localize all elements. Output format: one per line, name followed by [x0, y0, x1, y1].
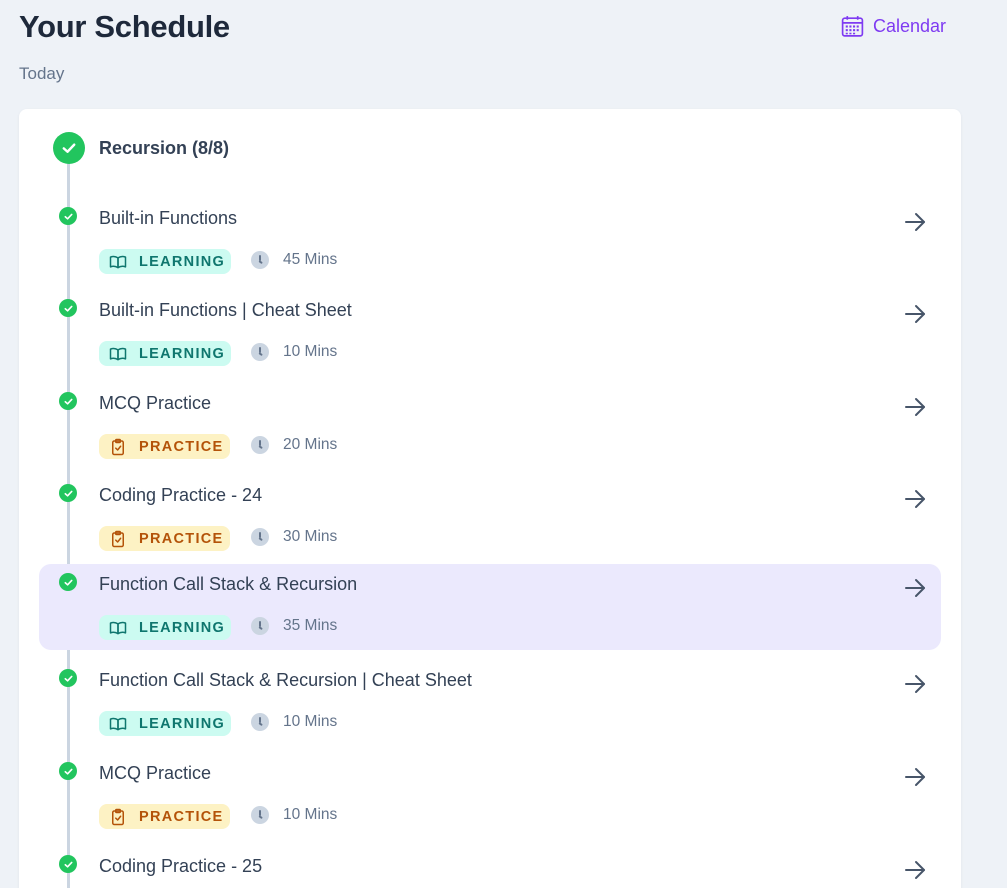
duration: 30 Mins [251, 528, 337, 546]
item-title: MCQ Practice [99, 763, 212, 783]
type-label: LEARNING [139, 715, 226, 732]
duration-label: 30 Mins [283, 528, 338, 545]
arrow-right-icon[interactable] [903, 487, 927, 511]
schedule-item[interactable]: MCQ Practice PRACTICE 20 Mins [39, 383, 941, 469]
type-label: PRACTICE [139, 530, 224, 547]
completed-check-icon [53, 132, 85, 164]
schedule-item[interactable]: Coding Practice - 25 [39, 846, 941, 888]
type-label: LEARNING [139, 345, 226, 362]
type-badge: LEARNING [99, 249, 231, 274]
type-badge: LEARNING [99, 341, 231, 366]
clipboard-check-icon [109, 808, 139, 826]
clock-icon [251, 806, 269, 824]
completed-check-icon [59, 762, 77, 780]
clock-icon [251, 713, 269, 731]
type-label: LEARNING [139, 619, 226, 636]
arrow-right-icon[interactable] [903, 858, 927, 882]
duration-label: 20 Mins [283, 436, 338, 453]
arrow-right-icon[interactable] [903, 765, 927, 789]
duration-label: 10 Mins [283, 806, 338, 823]
duration-label: 35 Mins [283, 617, 338, 634]
schedule-card: Recursion (8/8) Built-in Functions LEARNI… [19, 109, 961, 888]
item-title: Built-in Functions | Cheat Sheet [99, 300, 352, 320]
duration: 10 Mins [251, 713, 337, 731]
duration: 10 Mins [251, 343, 337, 361]
schedule-item[interactable]: Function Call Stack & Recursion LEARNING 3… [39, 564, 941, 650]
duration: 20 Mins [251, 436, 337, 454]
completed-check-icon [59, 392, 77, 410]
arrow-right-icon[interactable] [903, 210, 927, 234]
type-label: LEARNING [139, 253, 226, 270]
clipboard-check-icon [109, 438, 139, 456]
type-badge: PRACTICE [99, 434, 230, 459]
completed-check-icon [59, 669, 77, 687]
item-title: Coding Practice - 25 [99, 856, 263, 876]
completed-check-icon [59, 299, 77, 317]
type-badge: LEARNING [99, 615, 231, 640]
book-icon [109, 253, 139, 271]
completed-check-icon [59, 484, 77, 502]
type-label: PRACTICE [139, 438, 224, 455]
clipboard-check-icon [109, 530, 139, 548]
arrow-right-icon[interactable] [903, 576, 927, 600]
completed-check-icon [59, 573, 77, 591]
schedule-item[interactable]: Built-in Functions LEARNING 45 Mins [39, 198, 941, 284]
page-title: Your Schedule [19, 9, 230, 44]
completed-check-icon [59, 855, 77, 873]
schedule-item[interactable]: Built-in Functions | Cheat Sheet LEARNING… [39, 290, 941, 376]
date-subtitle: Today [19, 64, 65, 83]
clock-icon [251, 528, 269, 546]
book-icon [109, 715, 139, 733]
type-badge: LEARNING [99, 711, 231, 736]
item-title: MCQ Practice [99, 393, 212, 413]
clock-icon [251, 251, 269, 269]
duration: 35 Mins [251, 617, 337, 635]
duration-label: 10 Mins [283, 713, 338, 730]
item-title: Function Call Stack & Recursion | Cheat … [99, 670, 472, 690]
calendar-button[interactable]: Calendar [840, 14, 946, 39]
module-title: Recursion (8/8) [99, 137, 230, 158]
type-badge: PRACTICE [99, 526, 230, 551]
type-label: PRACTICE [139, 808, 224, 825]
completed-check-icon [59, 207, 77, 225]
duration-label: 10 Mins [283, 343, 338, 360]
item-title: Function Call Stack & Recursion [99, 574, 358, 594]
schedule-item[interactable]: MCQ Practice PRACTICE 10 Mins [39, 753, 941, 839]
duration: 10 Mins [251, 806, 337, 824]
calendar-label: Calendar [873, 16, 947, 36]
arrow-right-icon[interactable] [903, 395, 927, 419]
item-title: Built-in Functions [99, 208, 238, 228]
schedule-item[interactable]: Coding Practice - 24 PRACTICE 30 Mins [39, 475, 941, 561]
item-title: Coding Practice - 24 [99, 485, 263, 505]
calendar-icon [840, 14, 865, 39]
duration: 45 Mins [251, 251, 337, 269]
type-badge: PRACTICE [99, 804, 230, 829]
duration-label: 45 Mins [283, 251, 338, 268]
schedule-item[interactable]: Function Call Stack & Recursion | Cheat … [39, 660, 941, 746]
arrow-right-icon[interactable] [903, 302, 927, 326]
book-icon [109, 619, 139, 637]
module-header[interactable]: Recursion (8/8) [53, 132, 229, 164]
arrow-right-icon[interactable] [903, 672, 927, 696]
book-icon [109, 345, 139, 363]
clock-icon [251, 343, 269, 361]
clock-icon [251, 436, 269, 454]
clock-icon [251, 617, 269, 635]
